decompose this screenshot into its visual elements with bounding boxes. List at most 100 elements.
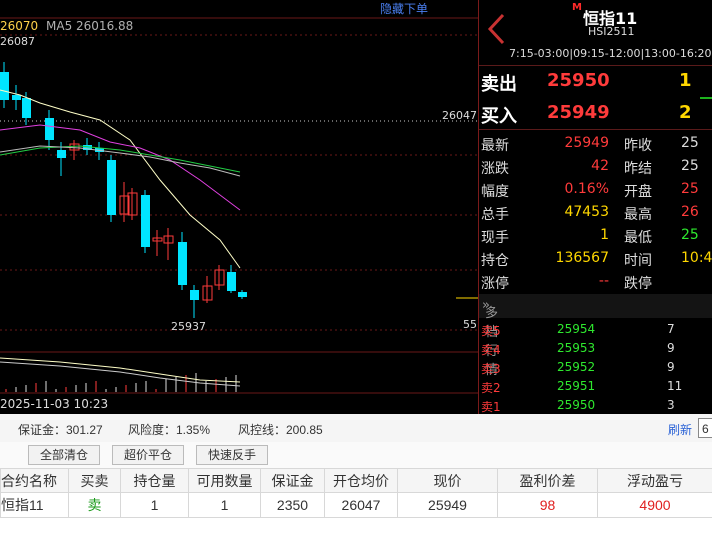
sell-label: 卖出 xyxy=(481,74,517,95)
stat-value: 25 xyxy=(681,135,699,151)
candle-body xyxy=(45,118,54,140)
depth-row[interactable]: 卖3 25952 9 xyxy=(479,358,712,377)
depth-qty: 3 xyxy=(667,398,675,412)
depth-row[interactable]: 卖5 25954 7 xyxy=(479,320,712,339)
stat-value: -- xyxy=(598,273,609,289)
stat-value: 1 xyxy=(600,227,609,243)
top-price-label: 26087 xyxy=(0,35,35,48)
stat-value: 26 xyxy=(681,204,699,220)
table-cell: 4900 xyxy=(597,492,712,518)
depth-price: 25952 xyxy=(557,360,596,374)
depth-price: 25950 xyxy=(557,398,596,412)
stat-key: 涨停 xyxy=(481,276,509,292)
candle-body xyxy=(141,195,150,247)
stat-value: 25 xyxy=(681,227,699,243)
volume-ma-line xyxy=(0,357,241,383)
stat-value: 25949 xyxy=(564,135,609,151)
column-header[interactable]: 盈利价差 xyxy=(497,468,598,493)
depth-qty: 7 xyxy=(667,322,675,336)
column-header[interactable]: 开仓均价 xyxy=(324,468,398,493)
buy-qty: 2 xyxy=(679,102,692,123)
stat-key: 昨结 xyxy=(624,161,652,177)
table-cell: 1 xyxy=(120,492,189,518)
stat-value: 25 xyxy=(681,158,699,174)
quote-stat-row: 最新 25949 昨收 25 xyxy=(479,132,712,155)
volume-axis-label: 55 xyxy=(463,318,477,331)
close-fast-button[interactable]: 超价平仓 xyxy=(112,445,184,465)
positions-table: 合约名称 买卖 持仓量 可用数量 保证金 开仓均价 现价 盈利价差 浮动盈亏 恒指11 卖 1 1 23… xyxy=(0,468,712,518)
reverse-button[interactable]: 快速反手 xyxy=(196,445,268,465)
stat-key: 昨收 xyxy=(624,138,652,154)
column-header[interactable]: 合约名称 xyxy=(0,468,69,493)
quote-panel: M 恒指11 HSI2511 7:15-03:00|09:15-12:00|13… xyxy=(479,0,712,414)
stat-key: 时间 xyxy=(624,253,652,269)
ma-prev-value: 26070 xyxy=(0,19,39,33)
hide-order-button[interactable]: 隐藏下单 xyxy=(380,0,428,17)
column-header[interactable]: 买卖 xyxy=(68,468,121,493)
buy-label: 买入 xyxy=(481,106,517,127)
table-cell: 2350 xyxy=(260,492,325,518)
datetime-label: 2025-11-03 10:23 xyxy=(0,397,109,411)
back-arrow-icon[interactable] xyxy=(485,12,509,46)
sell-row[interactable]: 卖出 25950 1 xyxy=(479,68,712,96)
table-cell: 恒指11 xyxy=(0,492,69,518)
candle-body xyxy=(107,160,116,215)
depth-qty: 11 xyxy=(667,379,683,393)
quote-stat-row: 幅度 0.16% 开盘 25 xyxy=(479,178,712,201)
sell-qty: 1 xyxy=(679,70,692,91)
depth-header[interactable]: 多档行情 » xyxy=(479,294,712,378)
trading-session: 7:15-03:00|09:15-12:00|13:00-16:20 xyxy=(509,47,712,60)
ma-legend: 26070 MA5 26016.88 xyxy=(0,19,133,33)
column-header[interactable]: 浮动盈亏 xyxy=(597,468,712,493)
stat-value: 25 xyxy=(681,181,699,197)
candle-body xyxy=(190,290,199,300)
column-header[interactable]: 保证金 xyxy=(260,468,325,493)
column-header[interactable]: 持仓量 xyxy=(120,468,189,493)
table-cell: 26047 xyxy=(324,492,398,518)
table-cell: 1 xyxy=(188,492,261,518)
candle-body xyxy=(22,98,31,118)
buy-row[interactable]: 买入 25949 2 xyxy=(479,100,712,128)
stat-value: 42 xyxy=(591,158,609,174)
depth-row[interactable]: 卖2 25951 11 xyxy=(479,377,712,396)
quote-stat-row: 涨跌 42 昨结 25 xyxy=(479,155,712,178)
candle-body xyxy=(0,72,9,100)
trade-panel: 保证金：301.27 风险度：1.35% 风控线：200.85 刷新 6 全部清… xyxy=(0,414,712,542)
quote-header: M 恒指11 HSI2511 7:15-03:00|09:15-12:00|13… xyxy=(479,0,712,64)
candle-body xyxy=(227,272,236,291)
stat-key: 总手 xyxy=(481,207,509,223)
main-contract-badge: M xyxy=(572,2,582,13)
table-cell: 25949 xyxy=(397,492,498,518)
table-body: 恒指11 卖 1 1 2350 26047 25949 98 4900 xyxy=(0,492,712,518)
volume-indicator xyxy=(700,97,712,99)
depth-qty: 9 xyxy=(667,341,675,355)
depth-level: 卖1 xyxy=(481,400,501,414)
kline-svg xyxy=(0,17,478,394)
kline-chart[interactable]: 26087 26070 MA5 26016.88 隐藏下单 26047 2593… xyxy=(0,0,478,414)
column-header[interactable]: 现价 xyxy=(397,468,498,493)
column-header[interactable]: 可用数量 xyxy=(188,468,261,493)
margin-text: 保证金：301.27 xyxy=(18,423,103,437)
depth-row[interactable]: 卖1 25950 3 xyxy=(479,396,712,415)
stat-key: 持仓 xyxy=(481,253,509,269)
control-text: 风控线：200.85 xyxy=(238,423,323,437)
refresh-interval[interactable]: 6 xyxy=(698,418,712,438)
close-all-button[interactable]: 全部清仓 xyxy=(28,445,100,465)
ma20-line xyxy=(0,145,241,173)
stat-key: 最高 xyxy=(624,207,652,223)
refresh-link[interactable]: 刷新 xyxy=(668,421,692,438)
table-row[interactable]: 恒指11 卖 1 1 2350 26047 25949 98 4900 xyxy=(0,492,712,518)
depth-row[interactable]: 卖4 25953 9 xyxy=(479,339,712,358)
depth-price: 25954 xyxy=(557,322,596,336)
account-bar: 保证金：301.27 风险度：1.35% 风控线：200.85 刷新 6 xyxy=(0,414,712,442)
divider xyxy=(479,129,712,130)
stat-key: 开盘 xyxy=(624,184,652,200)
stat-key: 涨跌 xyxy=(481,161,509,177)
divider xyxy=(479,65,712,66)
depth-price: 25951 xyxy=(557,379,596,393)
stat-key: 幅度 xyxy=(481,184,509,200)
depth-level: 卖2 xyxy=(481,381,501,395)
candle-body xyxy=(12,95,21,100)
depth-level: 卖3 xyxy=(481,362,501,376)
depth-qty: 9 xyxy=(667,360,675,374)
